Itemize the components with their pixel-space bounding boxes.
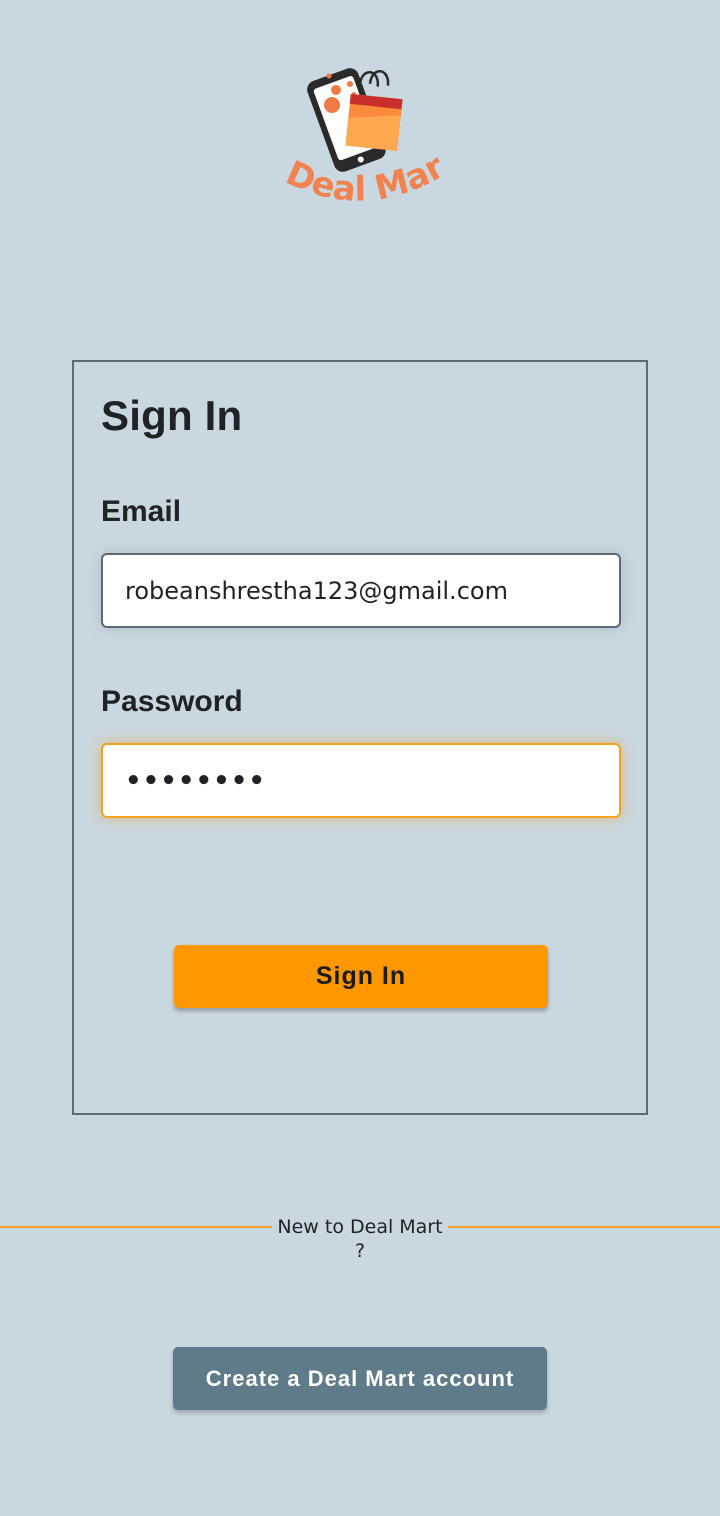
password-label: Password (101, 685, 243, 718)
email-label: Email (101, 495, 182, 528)
divider-text: New to Deal Mart ? (277, 1216, 443, 1262)
email-value: robeanshrestha123@gmail.com (125, 576, 508, 605)
email-field[interactable]: robeanshrestha123@gmail.com (101, 553, 621, 628)
password-value: •••••••• (125, 765, 266, 796)
brand-logo: Deal Mart (270, 62, 450, 222)
create-account-button[interactable]: Create a Deal Mart account (173, 1347, 547, 1410)
signin-title: Sign In (101, 392, 243, 439)
register-divider: New to Deal Mart ? (0, 1215, 720, 1262)
signin-card: Sign In Email robeanshrestha123@gmail.co… (72, 360, 648, 1115)
password-field[interactable]: •••••••• (101, 743, 621, 818)
divider-line-right (448, 1226, 720, 1228)
phone-shopping-bag-icon: Deal Mart (270, 62, 450, 210)
signin-button[interactable]: Sign In (174, 945, 548, 1008)
divider-line-left (0, 1226, 272, 1228)
